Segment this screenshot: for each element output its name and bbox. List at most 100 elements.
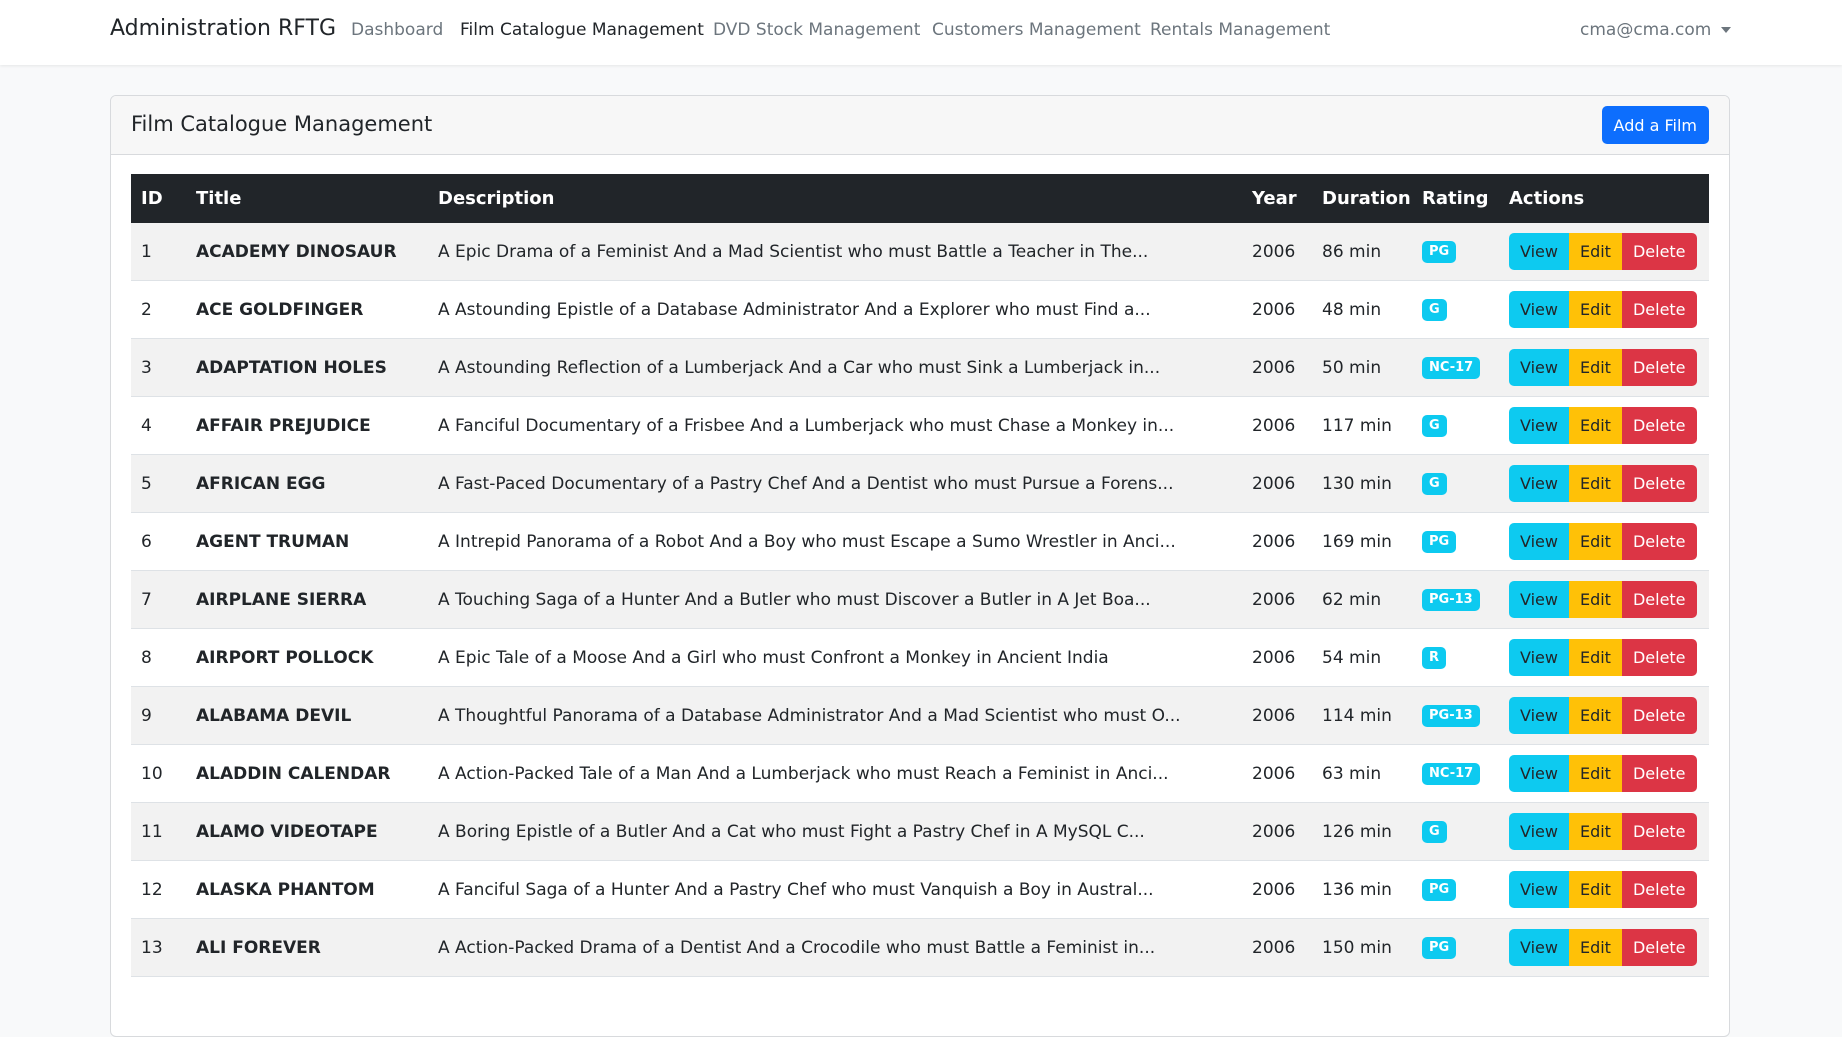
cell-description: A Thoughtful Panorama of a Database Admi… xyxy=(428,686,1242,745)
nav-dvd-stock[interactable]: DVD Stock Management xyxy=(713,20,920,40)
cell-id: 1 xyxy=(131,223,186,281)
delete-button[interactable]: Delete xyxy=(1621,813,1697,850)
view-button[interactable]: View xyxy=(1509,755,1569,792)
cell-year: 2006 xyxy=(1242,802,1312,861)
rating-badge: G xyxy=(1422,473,1447,495)
cell-title: AIRPORT POLLOCK xyxy=(186,628,428,687)
table-row: 7 AIRPLANE SIERRA A Touching Saga of a Hun… xyxy=(131,570,1709,629)
nav-rentals[interactable]: Rentals Management xyxy=(1150,20,1330,40)
action-button-group: View Edit Delete xyxy=(1509,813,1699,850)
user-menu[interactable]: cma@cma.com xyxy=(1580,20,1732,40)
cell-actions: View Edit Delete xyxy=(1499,223,1709,281)
delete-button[interactable]: Delete xyxy=(1621,291,1697,328)
header-id: ID xyxy=(131,174,186,223)
cell-actions: View Edit Delete xyxy=(1499,570,1709,629)
delete-button[interactable]: Delete xyxy=(1621,465,1697,502)
cell-rating: PG-13 xyxy=(1412,570,1499,629)
nav-film-catalogue[interactable]: Film Catalogue Management xyxy=(460,20,704,40)
brand-link[interactable]: Administration RFTG xyxy=(110,16,336,41)
delete-button[interactable]: Delete xyxy=(1621,349,1697,386)
cell-year: 2006 xyxy=(1242,454,1312,513)
view-button[interactable]: View xyxy=(1509,349,1569,386)
cell-title: ALASKA PHANTOM xyxy=(186,860,428,919)
delete-button[interactable]: Delete xyxy=(1621,755,1697,792)
card-header: Film Catalogue Management Add a Film xyxy=(111,96,1729,155)
edit-button[interactable]: Edit xyxy=(1568,407,1622,444)
edit-button[interactable]: Edit xyxy=(1568,697,1622,734)
cell-duration: 63 min xyxy=(1312,744,1412,803)
delete-button[interactable]: Delete xyxy=(1621,639,1697,676)
cell-description: A Intrepid Panorama of a Robot And a Boy… xyxy=(428,512,1242,571)
delete-button[interactable]: Delete xyxy=(1621,407,1697,444)
edit-button[interactable]: Edit xyxy=(1568,291,1622,328)
cell-id: 2 xyxy=(131,280,186,339)
cell-actions: View Edit Delete xyxy=(1499,802,1709,861)
delete-button[interactable]: Delete xyxy=(1621,697,1697,734)
edit-button[interactable]: Edit xyxy=(1568,813,1622,850)
cell-rating: G xyxy=(1412,802,1499,861)
cell-year: 2006 xyxy=(1242,744,1312,803)
header-rating: Rating xyxy=(1412,174,1499,223)
cell-id: 10 xyxy=(131,744,186,803)
table-header-row: ID Title Description Year Duration Ratin… xyxy=(131,174,1709,223)
cell-id: 8 xyxy=(131,628,186,687)
view-button[interactable]: View xyxy=(1509,407,1569,444)
cell-rating: PG xyxy=(1412,512,1499,571)
edit-button[interactable]: Edit xyxy=(1568,581,1622,618)
delete-button[interactable]: Delete xyxy=(1621,581,1697,618)
edit-button[interactable]: Edit xyxy=(1568,639,1622,676)
rating-badge: R xyxy=(1422,647,1447,669)
cell-id: 6 xyxy=(131,512,186,571)
view-button[interactable]: View xyxy=(1509,581,1569,618)
add-film-button[interactable]: Add a Film xyxy=(1601,106,1709,144)
cell-year: 2006 xyxy=(1242,918,1312,977)
edit-button[interactable]: Edit xyxy=(1568,755,1622,792)
table-body: 1 ACADEMY DINOSAUR A Epic Drama of a Femin… xyxy=(131,223,1709,977)
table-row: 11 ALAMO VIDEOTAPE A Boring Epistle of a B… xyxy=(131,802,1709,861)
delete-button[interactable]: Delete xyxy=(1621,929,1697,966)
cell-rating: PG xyxy=(1412,860,1499,919)
table-row: 10 ALADDIN CALENDAR A Action-Packed Tale o… xyxy=(131,744,1709,803)
nav-dashboard[interactable]: Dashboard xyxy=(351,20,443,40)
films-table-wrapper: ID Title Description Year Duration Ratin… xyxy=(131,174,1709,977)
table-row: 8 AIRPORT POLLOCK A Epic Tale of a Moose A… xyxy=(131,628,1709,687)
view-button[interactable]: View xyxy=(1509,871,1569,908)
films-table: ID Title Description Year Duration Ratin… xyxy=(131,174,1709,977)
cell-year: 2006 xyxy=(1242,223,1312,281)
edit-button[interactable]: Edit xyxy=(1568,349,1622,386)
cell-description: A Fast-Paced Documentary of a Pastry Che… xyxy=(428,454,1242,513)
delete-button[interactable]: Delete xyxy=(1621,871,1697,908)
cell-duration: 54 min xyxy=(1312,628,1412,687)
cell-rating: G xyxy=(1412,396,1499,455)
delete-button[interactable]: Delete xyxy=(1621,233,1697,270)
table-row: 12 ALASKA PHANTOM A Fanciful Saga of a Hun… xyxy=(131,860,1709,919)
cell-title: ACADEMY DINOSAUR xyxy=(186,223,428,281)
cell-description: A Action-Packed Drama of a Dentist And a… xyxy=(428,918,1242,977)
nav-customers[interactable]: Customers Management xyxy=(932,20,1141,40)
cell-description: A Action-Packed Tale of a Man And a Lumb… xyxy=(428,744,1242,803)
cell-actions: View Edit Delete xyxy=(1499,338,1709,397)
view-button[interactable]: View xyxy=(1509,291,1569,328)
rating-badge: G xyxy=(1422,299,1447,321)
edit-button[interactable]: Edit xyxy=(1568,465,1622,502)
edit-button[interactable]: Edit xyxy=(1568,871,1622,908)
view-button[interactable]: View xyxy=(1509,813,1569,850)
header-actions: Actions xyxy=(1499,174,1709,223)
cell-actions: View Edit Delete xyxy=(1499,628,1709,687)
view-button[interactable]: View xyxy=(1509,465,1569,502)
edit-button[interactable]: Edit xyxy=(1568,929,1622,966)
edit-button[interactable]: Edit xyxy=(1568,233,1622,270)
cell-id: 5 xyxy=(131,454,186,513)
cell-actions: View Edit Delete xyxy=(1499,918,1709,977)
view-button[interactable]: View xyxy=(1509,697,1569,734)
view-button[interactable]: View xyxy=(1509,639,1569,676)
edit-button[interactable]: Edit xyxy=(1568,523,1622,560)
cell-year: 2006 xyxy=(1242,280,1312,339)
view-button[interactable]: View xyxy=(1509,929,1569,966)
view-button[interactable]: View xyxy=(1509,233,1569,270)
cell-title: AGENT TRUMAN xyxy=(186,512,428,571)
cell-year: 2006 xyxy=(1242,512,1312,571)
view-button[interactable]: View xyxy=(1509,523,1569,560)
delete-button[interactable]: Delete xyxy=(1621,523,1697,560)
cell-title: ALABAMA DEVIL xyxy=(186,686,428,745)
